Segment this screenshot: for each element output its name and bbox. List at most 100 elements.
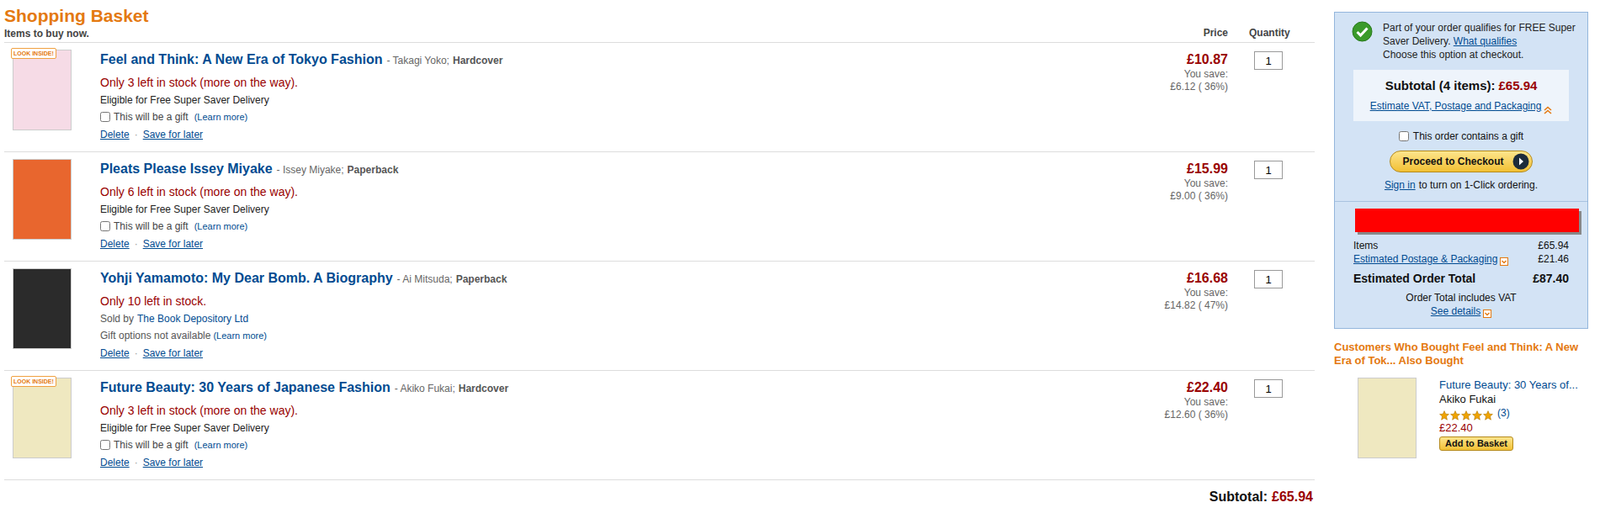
seller-line: Sold byThe Book Depository Ltd — [100, 312, 1085, 326]
estimate-link[interactable]: Estimate VAT, Postage and Packaging — [1370, 98, 1542, 114]
stock-status: Only 3 left in stock (more on the way). — [100, 403, 1085, 419]
arrow-icon — [1512, 153, 1530, 171]
separator: · — [134, 128, 139, 141]
estimate-toggle[interactable]: Estimate VAT, Postage and Packaging — [1370, 98, 1553, 114]
recommended-item: Future Beauty: 30 Years of...Akiko Fukai… — [1334, 377, 1589, 459]
quantity-field[interactable] — [1254, 270, 1283, 289]
review-count-link[interactable]: (3) — [1497, 406, 1510, 421]
seller-link[interactable]: The Book Depository Ltd — [137, 313, 249, 325]
subtotal-label: Subtotal (4 items): — [1385, 78, 1496, 93]
delete-link[interactable]: Delete — [100, 347, 130, 360]
item-author: - Takagi Yoko; — [386, 54, 450, 67]
delete-link[interactable]: Delete — [100, 128, 130, 141]
delivery-notice: Part of your order qualifies for FREE Su… — [1334, 21, 1588, 62]
basket-panel: Shopping BasketItems to buy now.PriceQua… — [4, 5, 1315, 508]
learn-more-link[interactable]: (Learn more) — [194, 219, 249, 234]
add-to-basket-button[interactable]: Add to Basket — [1439, 436, 1514, 452]
checkout-button[interactable]: Proceed to Checkout — [1389, 150, 1532, 173]
recommended-title-link[interactable]: Future Beauty: 30 Years of... — [1439, 378, 1579, 392]
item-actions: Delete·Save for later — [100, 346, 1085, 361]
quantity-field[interactable] — [1254, 160, 1283, 180]
total-row: Estimated Postage & Packaging£21.46 — [1353, 252, 1569, 266]
basket-item: Pleats Please Issey Miyake- Issey Miyake… — [4, 152, 1315, 262]
quantity-field[interactable] — [1254, 51, 1283, 70]
save-for-later-link[interactable]: Save for later — [143, 347, 203, 360]
delete-link[interactable]: Delete — [100, 457, 130, 469]
redaction-block — [1355, 208, 1579, 233]
subtotal-label: Subtotal: — [1209, 489, 1268, 505]
vat-note: Order Total includes VAT — [1353, 291, 1569, 305]
order-gift-checkbox[interactable] — [1398, 131, 1409, 142]
gift-option[interactable]: This will be a gift(Learn more) — [100, 219, 1085, 234]
gift-note-text: Gift options not available — [100, 329, 211, 342]
total-row: Estimated Order Total£87.40 — [1353, 271, 1569, 287]
recommended-price: £22.40 — [1439, 420, 1579, 436]
look-inside-badge[interactable]: LOOK INSIDE! — [10, 47, 57, 59]
item-title-link[interactable]: Pleats Please Issey Miyake — [100, 161, 273, 176]
saving-amount: £12.60 ( 36%) — [1084, 409, 1228, 422]
dropdown-icon — [1483, 307, 1492, 316]
subtotal-box: Subtotal (4 items):£65.94 Estimate VAT, P… — [1353, 69, 1569, 122]
gift-checkbox[interactable] — [100, 440, 111, 451]
total-value: £65.94 — [1537, 239, 1569, 253]
learn-more-link[interactable]: (Learn more) — [194, 438, 249, 452]
star-rating[interactable]: (3) — [1439, 406, 1579, 421]
book-cover[interactable] — [1357, 377, 1417, 459]
learn-more-link[interactable]: (Learn more) — [194, 110, 249, 124]
see-details-link[interactable]: See details — [1430, 304, 1481, 319]
gift-label: This will be a gift — [113, 438, 189, 452]
save-for-later-link[interactable]: Save for later — [143, 238, 203, 250]
gift-note: Gift options not available(Learn more) — [100, 329, 1085, 343]
saving-amount: £9.00 ( 36%) — [1084, 190, 1228, 203]
postage-link[interactable]: Estimated Postage & Packaging — [1353, 252, 1498, 266]
checkout-sidebar: Part of your order qualifies for FREE Su… — [1334, 5, 1589, 508]
item-title-link[interactable]: Feel and Think: A New Era of Tokyo Fashi… — [100, 52, 383, 67]
star-icon — [1439, 408, 1450, 419]
quantity-header: Quantity — [1249, 26, 1291, 39]
sign-in-link[interactable]: Sign in — [1384, 179, 1416, 192]
basket-item: LOOK INSIDE! Feel and Think: A New Era of… — [4, 42, 1315, 153]
saving-label: You save: — [1084, 177, 1228, 191]
saving-amount: £6.12 ( 36%) — [1084, 80, 1228, 94]
gift-option[interactable]: This will be a gift(Learn more) — [100, 110, 1085, 124]
book-cover[interactable]: LOOK INSIDE! — [12, 49, 72, 131]
basket-subtotal: Subtotal:£65.94 — [4, 480, 1315, 508]
item-title-link[interactable]: Yohji Yamamoto: My Dear Bomb. A Biograph… — [100, 271, 394, 286]
learn-more-link[interactable]: (Learn more) — [212, 330, 267, 341]
check-icon — [1351, 21, 1373, 43]
gift-option[interactable]: This will be a gift (Learn more) — [100, 438, 1085, 452]
separator: · — [134, 238, 139, 250]
look-inside-badge[interactable]: LOOK INSIDE! — [10, 376, 57, 388]
star-icon — [1472, 408, 1483, 419]
quantity-field[interactable] — [1254, 379, 1283, 399]
saving-amount: £14.82 ( 47%) — [1084, 299, 1228, 313]
book-cover[interactable] — [12, 268, 72, 350]
item-title-link[interactable]: Future Beauty: 30 Years of Japanese Fash… — [100, 380, 391, 395]
save-for-later-link[interactable]: Save for later — [143, 457, 203, 469]
total-label: Estimated Order Total — [1353, 271, 1476, 287]
saving-label: You save: — [1084, 68, 1228, 81]
book-cover[interactable]: LOOK INSIDE! — [12, 377, 72, 459]
stock-status: Only 3 left in stock (more on the way). — [100, 74, 1085, 91]
delete-link[interactable]: Delete — [100, 238, 130, 250]
dropdown-icon — [1499, 255, 1509, 264]
delivery-note: Eligible for Free Super Saver Delivery — [100, 202, 1085, 217]
save-for-later-link[interactable]: Save for later — [143, 128, 203, 141]
delivery-note: Eligible for Free Super Saver Delivery — [100, 421, 1085, 436]
saving-label: You save: — [1084, 396, 1228, 410]
book-cover[interactable] — [12, 159, 72, 240]
subtotal-value: £65.94 — [1498, 78, 1537, 93]
recommendations-title: Customers Who Bought Feel and Think: A N… — [1334, 340, 1589, 368]
star-icon — [1483, 408, 1494, 419]
stock-status: Only 6 left in stock (more on the way). — [100, 184, 1085, 200]
order-gift-option[interactable]: This order contains a gift — [1334, 128, 1588, 144]
gift-checkbox[interactable] — [100, 221, 111, 232]
star-icon — [1450, 408, 1461, 419]
item-actions: Delete · Save for later — [100, 127, 1085, 142]
item-format: Paperback — [347, 164, 399, 176]
delivery-note: Eligible for Free Super Saver Delivery — [100, 93, 1085, 107]
what-qualifies-link[interactable]: What qualifies — [1453, 35, 1517, 48]
total-label: Items — [1353, 239, 1378, 253]
gift-checkbox[interactable] — [100, 111, 111, 123]
item-author: - Ai Mitsuda; — [397, 273, 453, 286]
